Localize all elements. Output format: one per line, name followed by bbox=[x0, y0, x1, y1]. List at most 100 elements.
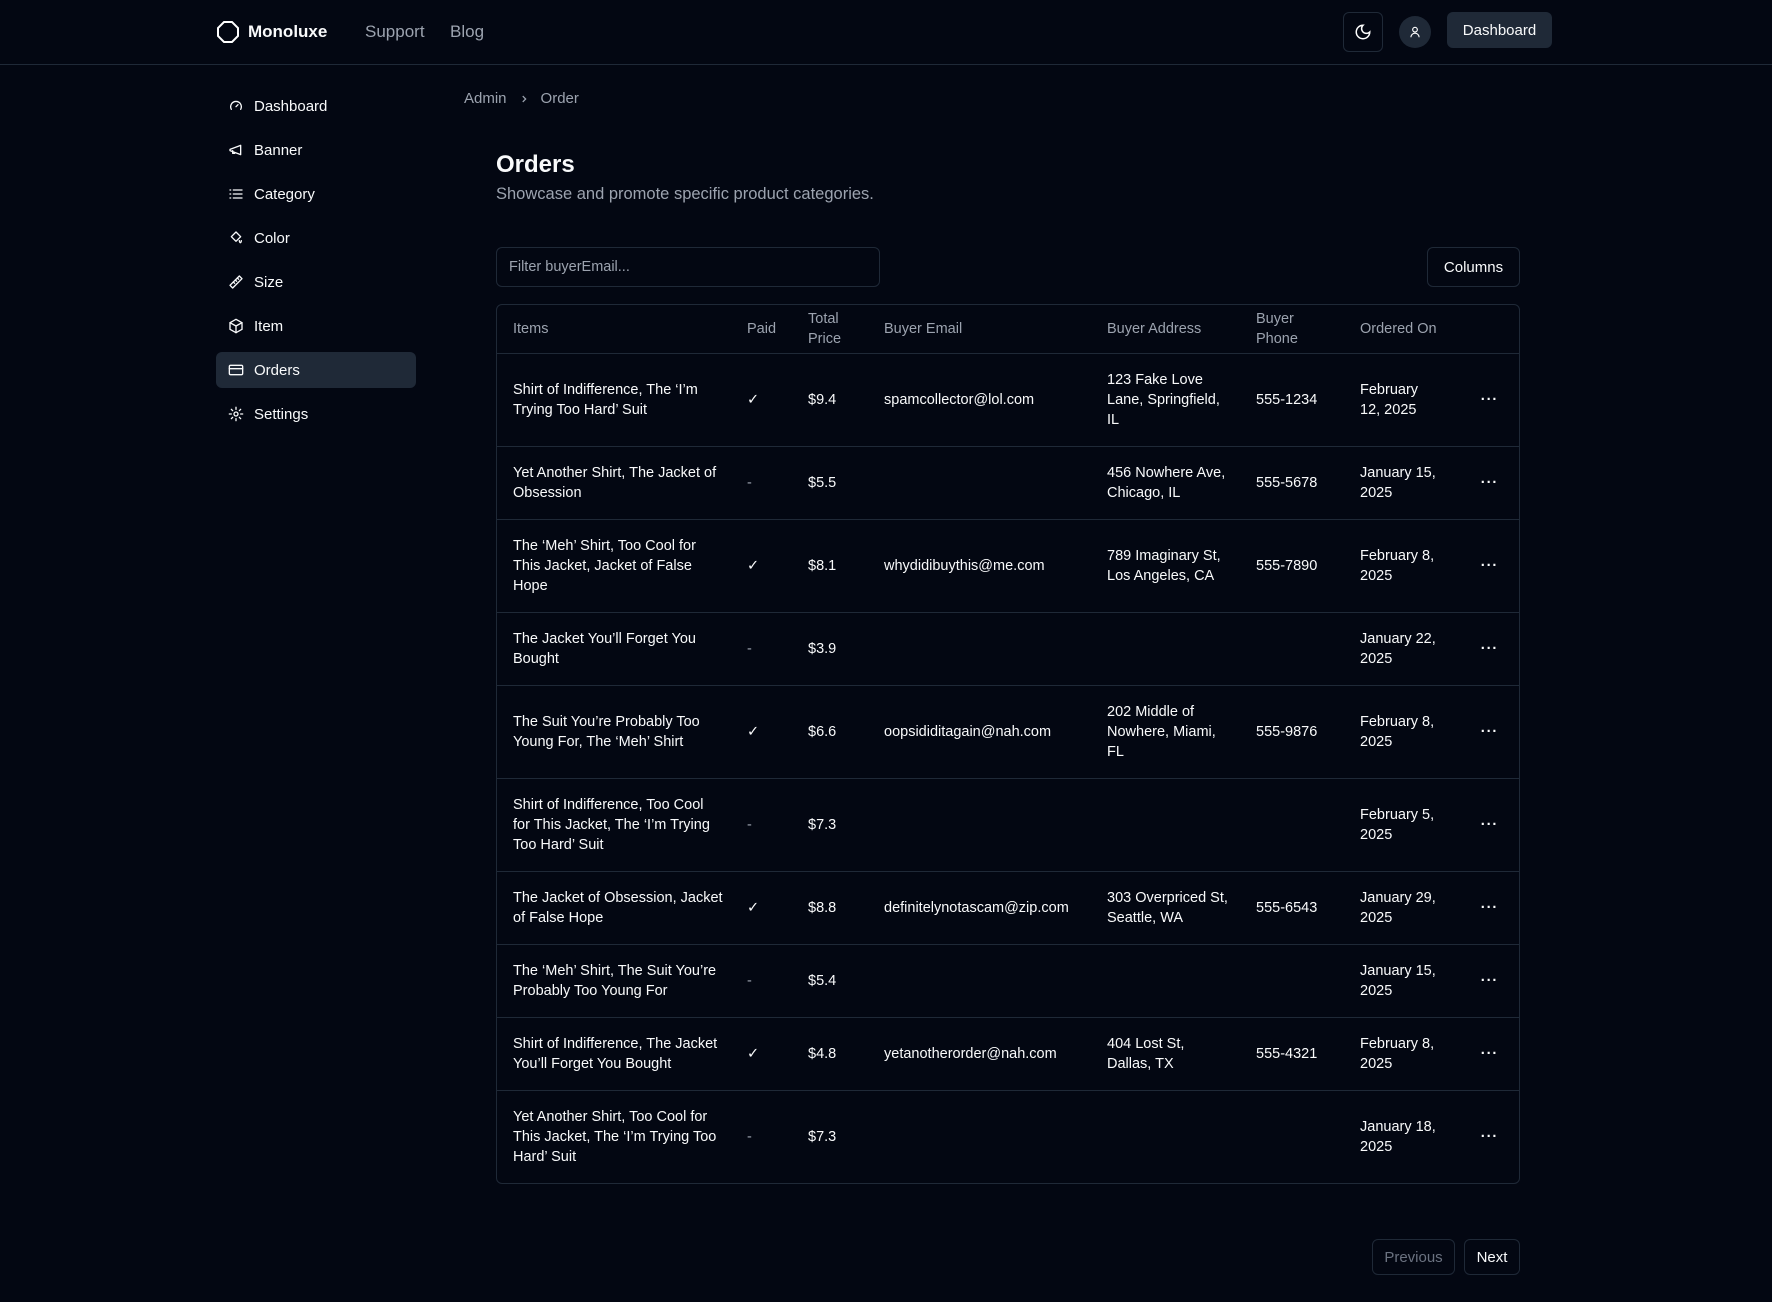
items-cell: The Jacket of Obsession, Jacket of False… bbox=[497, 871, 731, 945]
paid-cell: - bbox=[731, 778, 792, 872]
header-buyer-email: Buyer Email bbox=[868, 305, 1091, 354]
row-actions-more-icon[interactable]: ··· bbox=[1450, 778, 1519, 872]
sidebar-item-label: Banner bbox=[254, 141, 303, 159]
sidebar-item-label: Item bbox=[254, 317, 284, 335]
buyer-phone-cell: 555-6543 bbox=[1240, 871, 1344, 945]
buyer-address-cell: 789 Imaginary St, Los Angeles, CA bbox=[1091, 519, 1240, 613]
buyer-phone-cell: 555-7890 bbox=[1240, 519, 1344, 613]
buyer-email-cell: definitelynotascam@zip.com bbox=[868, 871, 1091, 945]
sidebar-item-item[interactable]: Item bbox=[216, 308, 416, 344]
buyer-email-cell: spamcollector@lol.com bbox=[868, 353, 1091, 447]
buyer-email-cell bbox=[868, 446, 1091, 520]
row-actions-more-icon[interactable]: ··· bbox=[1450, 685, 1519, 779]
paid-cell: ✓ bbox=[731, 685, 792, 779]
sidebar-item-category[interactable]: Category bbox=[216, 176, 416, 212]
hexagon-logo-icon bbox=[217, 21, 239, 43]
buyer-address-cell bbox=[1091, 612, 1240, 686]
total-price-cell: $7.3 bbox=[808, 1129, 837, 1145]
moon-icon bbox=[1355, 24, 1371, 40]
sidebar-item-settings[interactable]: Settings bbox=[216, 396, 416, 432]
paid-cell: ✓ bbox=[731, 1017, 792, 1091]
total-price-cell: $3.9 bbox=[792, 612, 868, 686]
total-price-cell: $9.4 bbox=[792, 353, 868, 447]
table-row: Yet Another Shirt, Too Cool for This Jac… bbox=[497, 1091, 1519, 1184]
header-paid: Paid bbox=[731, 305, 792, 354]
buyer-address-cell: 123 Fake Love Lane, Springfield, IL bbox=[1091, 353, 1240, 447]
chevron-right-icon bbox=[521, 95, 527, 102]
sidebar-item-label: Category bbox=[254, 185, 315, 203]
sidebar-item-orders[interactable]: Orders bbox=[216, 352, 416, 388]
package-icon bbox=[229, 318, 243, 334]
buyer-phone-cell bbox=[1240, 778, 1344, 872]
buyer-phone-cell: 555-5678 bbox=[1240, 446, 1344, 520]
total-price-cell: $8.1 bbox=[792, 519, 868, 613]
buyer-phone-cell: 555-4321 bbox=[1240, 1017, 1344, 1091]
table-row: The Suit You’re Probably Too Young For, … bbox=[497, 685, 1519, 779]
ordered-on-cell: February 12, 2025 bbox=[1344, 353, 1450, 447]
nav-link-blog[interactable]: Blog bbox=[450, 22, 484, 42]
buyer-phone-cell bbox=[1240, 1091, 1344, 1184]
row-actions-more-icon[interactable]: ··· bbox=[1450, 1017, 1519, 1091]
header-items: Items bbox=[497, 305, 731, 354]
sidebar-item-banner[interactable]: Banner bbox=[216, 132, 416, 168]
nav-link-support[interactable]: Support bbox=[365, 22, 425, 42]
ordered-on-cell: February 8, 2025 bbox=[1344, 1017, 1450, 1091]
paid-cell: ✓ bbox=[731, 353, 792, 447]
buyer-address-cell bbox=[1091, 778, 1240, 872]
ordered-on-cell: February 8, 2025 bbox=[1344, 519, 1450, 613]
dashboard-button[interactable]: Dashboard bbox=[1447, 12, 1552, 48]
sidebar-item-color[interactable]: Color bbox=[216, 220, 416, 256]
theme-toggle-button[interactable] bbox=[1343, 12, 1383, 52]
buyer-email-cell bbox=[868, 1091, 1091, 1184]
sidebar-item-label: Dashboard bbox=[254, 97, 328, 115]
paid-cell: - bbox=[731, 944, 792, 1018]
table-row: The ‘Meh’ Shirt, The Suit You’re Probabl… bbox=[497, 944, 1519, 1018]
paid-cell: ✓ bbox=[731, 871, 792, 945]
items-cell: The ‘Meh’ Shirt, The Suit You’re Probabl… bbox=[497, 944, 731, 1018]
next-page-button[interactable]: Next bbox=[1464, 1239, 1520, 1275]
row-actions-more-icon[interactable]: ··· bbox=[1450, 1091, 1519, 1184]
buyer-address-cell bbox=[1091, 1091, 1240, 1184]
buyer-address-cell: 456 Nowhere Ave, Chicago, IL bbox=[1091, 446, 1240, 520]
orders-table: Items Paid Total Price Buyer Email Buyer… bbox=[496, 304, 1520, 1184]
total-price-cell: $5.5 bbox=[792, 446, 868, 520]
paid-cell: - bbox=[747, 1129, 752, 1145]
previous-page-button[interactable]: Previous bbox=[1372, 1239, 1455, 1275]
header-actions bbox=[1450, 305, 1519, 354]
total-price-cell: $4.8 bbox=[792, 1017, 868, 1091]
row-actions-more-icon[interactable]: ··· bbox=[1450, 871, 1519, 945]
sidebar-item-dashboard[interactable]: Dashboard bbox=[216, 88, 416, 124]
filter-buyer-email-input[interactable] bbox=[496, 247, 880, 287]
row-actions-more-icon[interactable]: ··· bbox=[1450, 446, 1519, 520]
header-ordered-on: Ordered On bbox=[1344, 305, 1450, 354]
paint-bucket-icon bbox=[230, 231, 242, 244]
row-actions-more-icon[interactable]: ··· bbox=[1450, 519, 1519, 613]
total-price-cell: $5.4 bbox=[792, 944, 868, 1018]
ordered-on-cell: January 18, 2025 bbox=[1360, 1119, 1436, 1155]
items-cell: Shirt of Indifference, The ‘I’m Trying T… bbox=[497, 353, 731, 447]
total-price-cell: $8.8 bbox=[792, 871, 868, 945]
sidebar-item-size[interactable]: Size bbox=[216, 264, 416, 300]
buyer-phone-cell bbox=[1240, 612, 1344, 686]
brand-logo[interactable]: Monoluxe bbox=[216, 20, 327, 44]
buyer-address-cell: 404 Lost St, Dallas, TX bbox=[1091, 1017, 1240, 1091]
breadcrumb-admin[interactable]: Admin bbox=[464, 90, 507, 107]
gear-icon bbox=[228, 406, 244, 422]
page-subtitle: Showcase and promote specific product ca… bbox=[496, 185, 874, 203]
sidebar-item-label: Orders bbox=[254, 361, 300, 379]
breadcrumb: Admin Order bbox=[464, 90, 579, 107]
row-actions-more-icon[interactable]: ··· bbox=[1450, 353, 1519, 447]
header-buyer-address: Buyer Address bbox=[1091, 305, 1240, 354]
row-actions-more-icon[interactable]: ··· bbox=[1450, 944, 1519, 1018]
buyer-address-cell: 303 Overpriced St, Seattle, WA bbox=[1091, 871, 1240, 945]
items-cell: Shirt of Indifference, The Jacket You’ll… bbox=[497, 1017, 731, 1091]
ordered-on-cell: February 8, 2025 bbox=[1344, 685, 1450, 779]
buyer-phone-cell: 555-1234 bbox=[1240, 353, 1344, 447]
buyer-address-cell: 202 Middle of Nowhere, Miami, FL bbox=[1091, 685, 1240, 779]
table-row: Shirt of Indifference, Too Cool for This… bbox=[497, 778, 1519, 872]
user-avatar-button[interactable] bbox=[1399, 16, 1431, 48]
table-row: The Jacket You’ll Forget You Bought - $3.9… bbox=[497, 612, 1519, 686]
row-actions-more-icon[interactable]: ··· bbox=[1450, 612, 1519, 686]
buyer-email-cell bbox=[868, 778, 1091, 872]
columns-button[interactable]: Columns bbox=[1427, 247, 1520, 287]
